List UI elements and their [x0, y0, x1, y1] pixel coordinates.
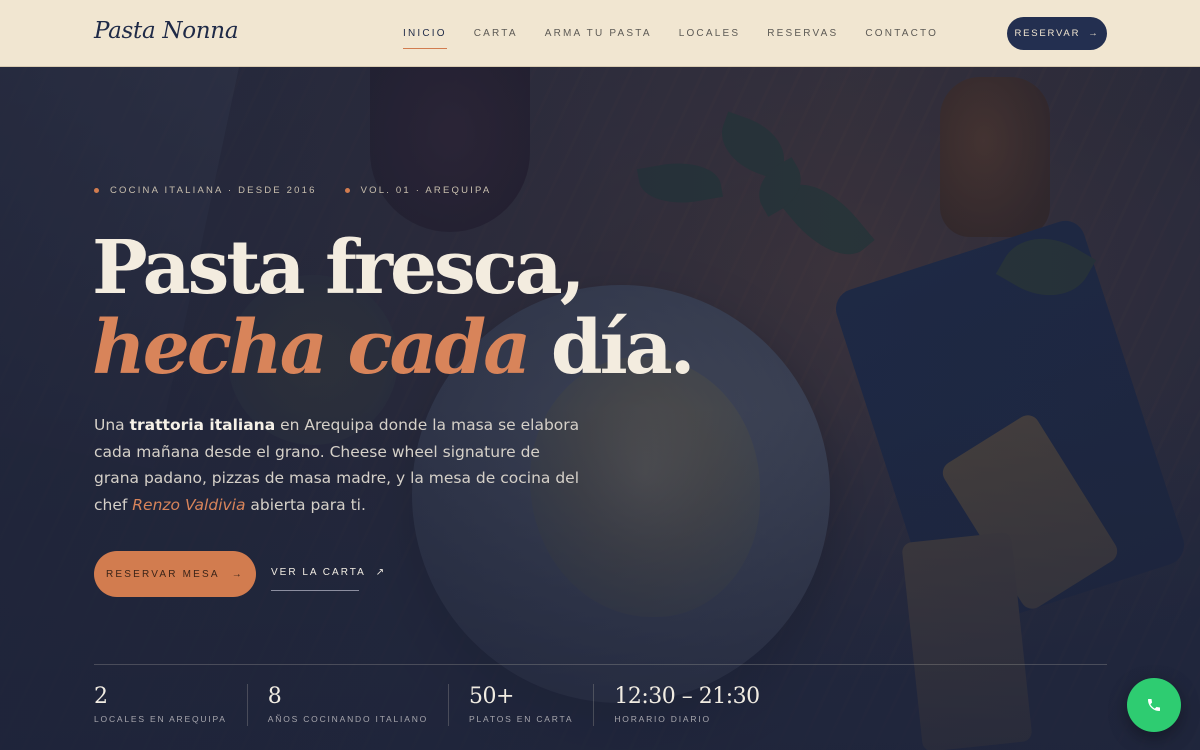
bullet-dot: [344, 188, 350, 193]
chef-name: Renzo Valdivia: [132, 495, 246, 514]
hero-intro: Una trattoria italiana en Arequipa donde…: [94, 412, 584, 518]
nav-item-carta[interactable]: CARTA: [474, 0, 518, 67]
ver-la-carta-link[interactable]: VER LA CARTA ↗: [271, 567, 384, 591]
site-header: Pasta Nonna INICIO CARTA ARMA TU PASTA L…: [0, 0, 1200, 67]
stat-item: 50+ PLATOS EN CARTA: [469, 684, 595, 726]
reservar-button-label: RESERVAR: [1014, 28, 1081, 39]
reservar-button[interactable]: RESERVAR →: [1007, 17, 1107, 50]
stat-value: 12:30 – 21:30: [614, 684, 760, 709]
headline-line1: Pasta fresca,: [92, 225, 585, 311]
headline-accent: hecha cada: [92, 305, 531, 391]
intro-text: Una: [94, 416, 130, 434]
stat-item: 12:30 – 21:30 HORARIO DIARIO: [614, 684, 779, 726]
reservar-mesa-button[interactable]: RESERVAR MESA →: [94, 551, 256, 597]
reservar-mesa-label: RESERVAR MESA: [105, 568, 220, 580]
intro-bold: trattoria italiana: [129, 416, 276, 434]
ver-la-carta-label: VER LA CARTA: [271, 567, 366, 578]
stat-label: PLATOS EN CARTA: [469, 714, 574, 724]
stat-item: 2 LOCALES EN AREQUIPA: [94, 684, 248, 726]
stat-label: LOCALES EN AREQUIPA: [94, 714, 227, 724]
hero-section: [0, 67, 1200, 750]
arrow-right-icon: →: [231, 568, 244, 580]
arrow-right-icon: →: [1088, 28, 1100, 39]
stats-divider: [94, 664, 1107, 665]
headline-end: día.: [550, 305, 696, 391]
nav-item-arma-tu-pasta[interactable]: ARMA TU PASTA: [545, 0, 652, 67]
stat-item: 8 AÑOS COCINANDO ITALIANO: [267, 684, 450, 726]
stats-bar: 2 LOCALES EN AREQUIPA 8 AÑOS COCINANDO I…: [94, 684, 800, 726]
hero-overlay: [0, 67, 1200, 750]
call-button[interactable]: [1127, 678, 1181, 732]
bullet-dot: [94, 188, 99, 193]
eyebrow-volume: VOL. 01 · AREQUIPA: [360, 185, 492, 196]
stat-value: 8: [267, 684, 282, 709]
stat-label: HORARIO DIARIO: [614, 714, 711, 724]
arrow-up-right-icon: ↗: [375, 567, 387, 578]
phone-icon: [1148, 699, 1160, 711]
stat-value: 2: [94, 684, 108, 709]
logo[interactable]: Pasta Nonna: [94, 18, 239, 44]
nav-item-reservas[interactable]: RESERVAS: [767, 0, 838, 67]
nav-item-locales[interactable]: LOCALES: [679, 0, 741, 67]
nav-item-contacto[interactable]: CONTACTO: [865, 0, 938, 67]
intro-text: abierta para ti.: [245, 495, 366, 514]
hero-eyebrow: COCINA ITALIANA · DESDE 2016 VOL. 01 · A…: [94, 185, 491, 196]
stat-label: AÑOS COCINANDO ITALIANO: [267, 714, 429, 724]
hero-headline: Pasta fresca, hecha cada día.: [92, 225, 696, 391]
eyebrow-cuisine: COCINA ITALIANA · DESDE 2016: [110, 185, 317, 196]
stat-value: 50+: [469, 684, 514, 709]
nav-item-inicio[interactable]: INICIO: [403, 0, 447, 67]
main-nav: INICIO CARTA ARMA TU PASTA LOCALES RESER…: [403, 0, 965, 67]
